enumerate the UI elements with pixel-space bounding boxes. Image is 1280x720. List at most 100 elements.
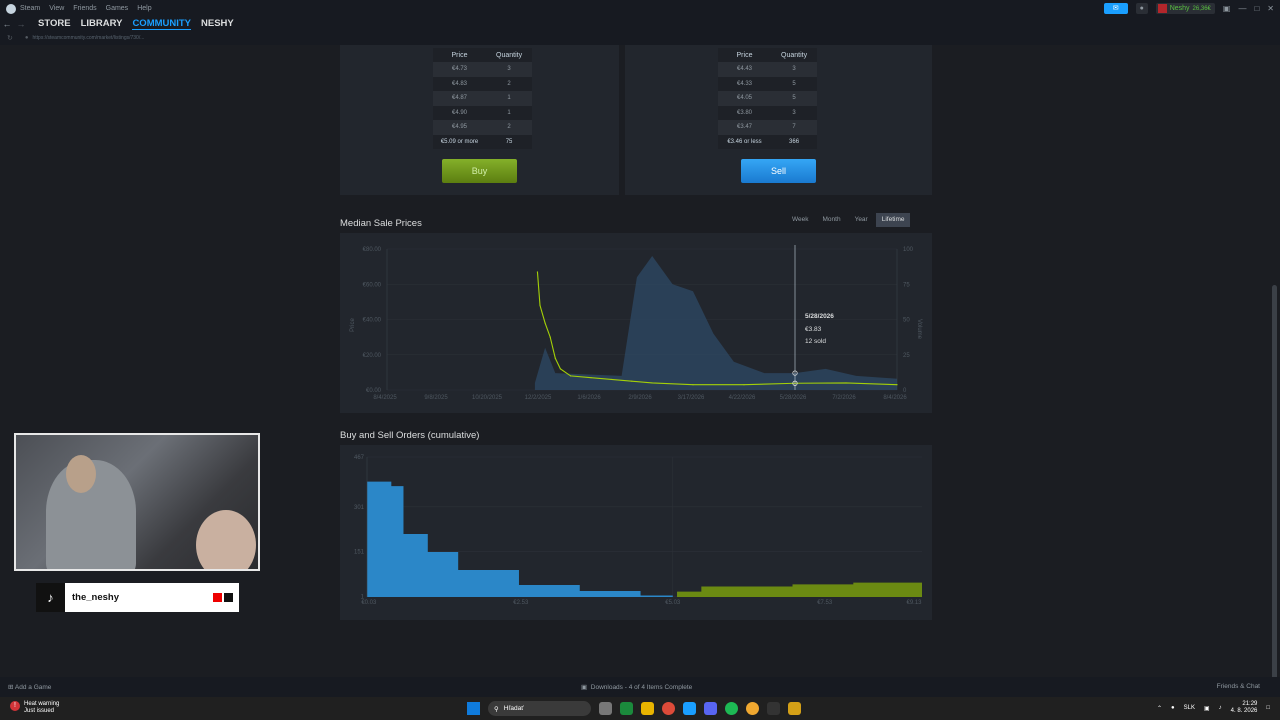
table-row: €4.83 2 — [451, 80, 511, 87]
back-arrow-icon[interactable]: ← — [0, 19, 14, 29]
microphone-icon[interactable]: ● — [1171, 705, 1175, 711]
y-tick-label: €20.00 — [363, 353, 382, 359]
x-tick-label: 10/20/2025 — [472, 395, 503, 401]
table-row: €3.80 3 — [736, 109, 796, 116]
user-menu[interactable]: Neshy 26,36€ — [1155, 3, 1215, 14]
x-tick-label: 1/6/2026 — [577, 395, 601, 401]
close-icon[interactable]: ✕ — [1267, 4, 1274, 13]
menu-bar: Steam View Friends Games Help — [20, 5, 152, 12]
tab-year[interactable]: Year — [849, 213, 874, 227]
median-price-chart[interactable]: €0.00 €20.00 €40.00 €60.00 €80.00 0 25 50 75 100 P… — [340, 233, 932, 413]
weather-widget[interactable]: ! Heat warning Just issued — [10, 701, 59, 715]
volume-icon[interactable]: ♪ — [1219, 705, 1222, 711]
x-tick-label: €2.53 — [513, 600, 529, 606]
steam-logo-icon[interactable] — [6, 3, 16, 14]
spotify-icon[interactable] — [725, 702, 738, 715]
table-row: €4.43 3 — [718, 62, 818, 77]
app-icon[interactable] — [767, 702, 780, 715]
price-header: Price — [736, 51, 753, 59]
minimize-icon[interactable]: — — [1238, 4, 1246, 13]
table-row: €4.87 1 — [433, 91, 533, 106]
tab-week[interactable]: Week — [786, 213, 815, 227]
scrollbar[interactable] — [1272, 285, 1277, 685]
nav-store[interactable]: STORE — [38, 18, 71, 30]
nav-library[interactable]: LIBRARY — [81, 18, 123, 30]
windows-taskbar: ! Heat warning Just issued ⚲ Hľadať ⌃ ● … — [0, 697, 1280, 720]
forward-arrow-icon[interactable]: → — [14, 19, 28, 29]
table-row: €3.47 7 — [718, 120, 818, 135]
sell-orders-table: Price Quantity €4.43 3 €4.33 5 €4.05 5 €3.80… — [718, 48, 818, 149]
y-tick-label: 151 — [354, 550, 365, 556]
windows-start-icon[interactable] — [467, 702, 480, 715]
nav-profile[interactable]: NESHY — [201, 18, 234, 30]
reload-icon[interactable]: ↻ — [7, 34, 13, 42]
username: Neshy — [1169, 5, 1190, 12]
network-icon[interactable]: ▣ — [1204, 705, 1210, 712]
buy-orders-area — [367, 481, 673, 597]
x-tick-label: €5.03 — [665, 600, 681, 606]
y-tick-label: 467 — [354, 455, 365, 461]
language-indicator[interactable]: SLK — [1184, 705, 1195, 711]
x-tick-label: €9.13 — [906, 600, 922, 606]
warning-icon: ! — [10, 701, 20, 711]
y2-tick-label: 25 — [903, 353, 910, 359]
table-row: €3.46 or less 366 — [727, 138, 800, 145]
orders-depth-chart-svg: 1151301467€0.03 €2.53 €5.03 €7.53 €9.13 — [354, 455, 922, 606]
big-picture-icon[interactable]: ▣ — [1223, 4, 1231, 13]
streamer-tag: ♪ the_neshy — [36, 583, 239, 612]
notifications-icon[interactable]: □ — [1266, 705, 1270, 711]
buy-button[interactable]: Buy — [442, 159, 517, 183]
tiktok-icon: ♪ — [36, 583, 65, 612]
clock[interactable]: 21:29 4. 8. 2026 — [1231, 701, 1258, 715]
menu-view[interactable]: View — [49, 5, 64, 12]
friends-chat-button[interactable]: Friends & Chat — [1217, 683, 1260, 690]
warning-title: Heat warning — [24, 701, 60, 707]
maximize-icon[interactable]: □ — [1254, 4, 1259, 13]
x-tick-label: 3/17/2026 — [678, 395, 705, 401]
chrome-icon[interactable] — [662, 702, 675, 715]
sell-button[interactable]: Sell — [741, 159, 816, 183]
chart-tooltip: 5/28/2026 €3.83 12 sold — [805, 311, 834, 349]
tooltip-sold: 12 sold — [805, 338, 826, 345]
x-tick-label: 5/28/2026 — [780, 395, 807, 401]
webcam-overlay — [14, 433, 260, 571]
add-game-button[interactable]: ⊞ Add a Game — [8, 683, 51, 691]
orders-depth-chart[interactable]: 1 151 301 467 €0.03 €2.53 €5.03 €7.53 €9.13 — [340, 445, 932, 620]
task-view-icon[interactable] — [599, 702, 612, 715]
url-text[interactable]: https://steamcommunity.com/market/listin… — [33, 35, 145, 41]
range-tabs: Week Month Year Lifetime — [786, 213, 911, 227]
steam-bottom-bar: ⊞ Add a Game ▣ Downloads - 4 of 4 Items … — [0, 677, 1280, 697]
menu-help[interactable]: Help — [137, 5, 151, 12]
price-point — [539, 304, 541, 306]
chevron-up-icon[interactable]: ⌃ — [1157, 705, 1162, 712]
downloads-status[interactable]: ▣ Downloads - 4 of 4 Items Complete — [581, 683, 692, 691]
xbox-icon[interactable] — [620, 702, 633, 715]
nav-community[interactable]: COMMUNITY — [132, 18, 192, 30]
x-tick-label: 4/22/2026 — [729, 395, 756, 401]
file-explorer-icon[interactable] — [641, 702, 654, 715]
volume-series-area — [534, 256, 897, 390]
y-tick-label: €0.00 — [366, 388, 382, 394]
taskbar-search[interactable]: ⚲ Hľadať — [488, 701, 591, 716]
steam-taskbar-icon[interactable] — [683, 702, 696, 715]
buy-orders-table: Price Quantity €4.73 3 €4.83 2 €4.87 1 €4.90… — [433, 48, 533, 149]
chrome-profile-icon[interactable] — [746, 702, 759, 715]
notes-app-icon[interactable] — [788, 702, 801, 715]
table-row: €4.05 5 — [718, 91, 818, 106]
price-point — [536, 271, 539, 273]
discord-icon[interactable] — [704, 702, 717, 715]
menu-games[interactable]: Games — [106, 5, 129, 12]
y2-tick-label: 50 — [903, 318, 910, 324]
red-square-icon — [213, 593, 222, 602]
lock-icon: ● — [24, 35, 29, 41]
tab-month[interactable]: Month — [817, 213, 847, 227]
y-tick-label: €80.00 — [363, 247, 382, 253]
x-tick-label: 2/9/2026 — [628, 395, 652, 401]
median-sale-prices-title: Median Sale Prices — [340, 218, 422, 229]
announcements-icon[interactable]: ✉ — [1103, 3, 1128, 14]
tab-lifetime[interactable]: Lifetime — [875, 213, 911, 227]
menu-friends[interactable]: Friends — [73, 5, 96, 12]
notification-bell-icon[interactable]: ● — [1135, 3, 1148, 14]
y-tick-label: €40.00 — [363, 318, 382, 324]
menu-steam[interactable]: Steam — [20, 5, 40, 12]
